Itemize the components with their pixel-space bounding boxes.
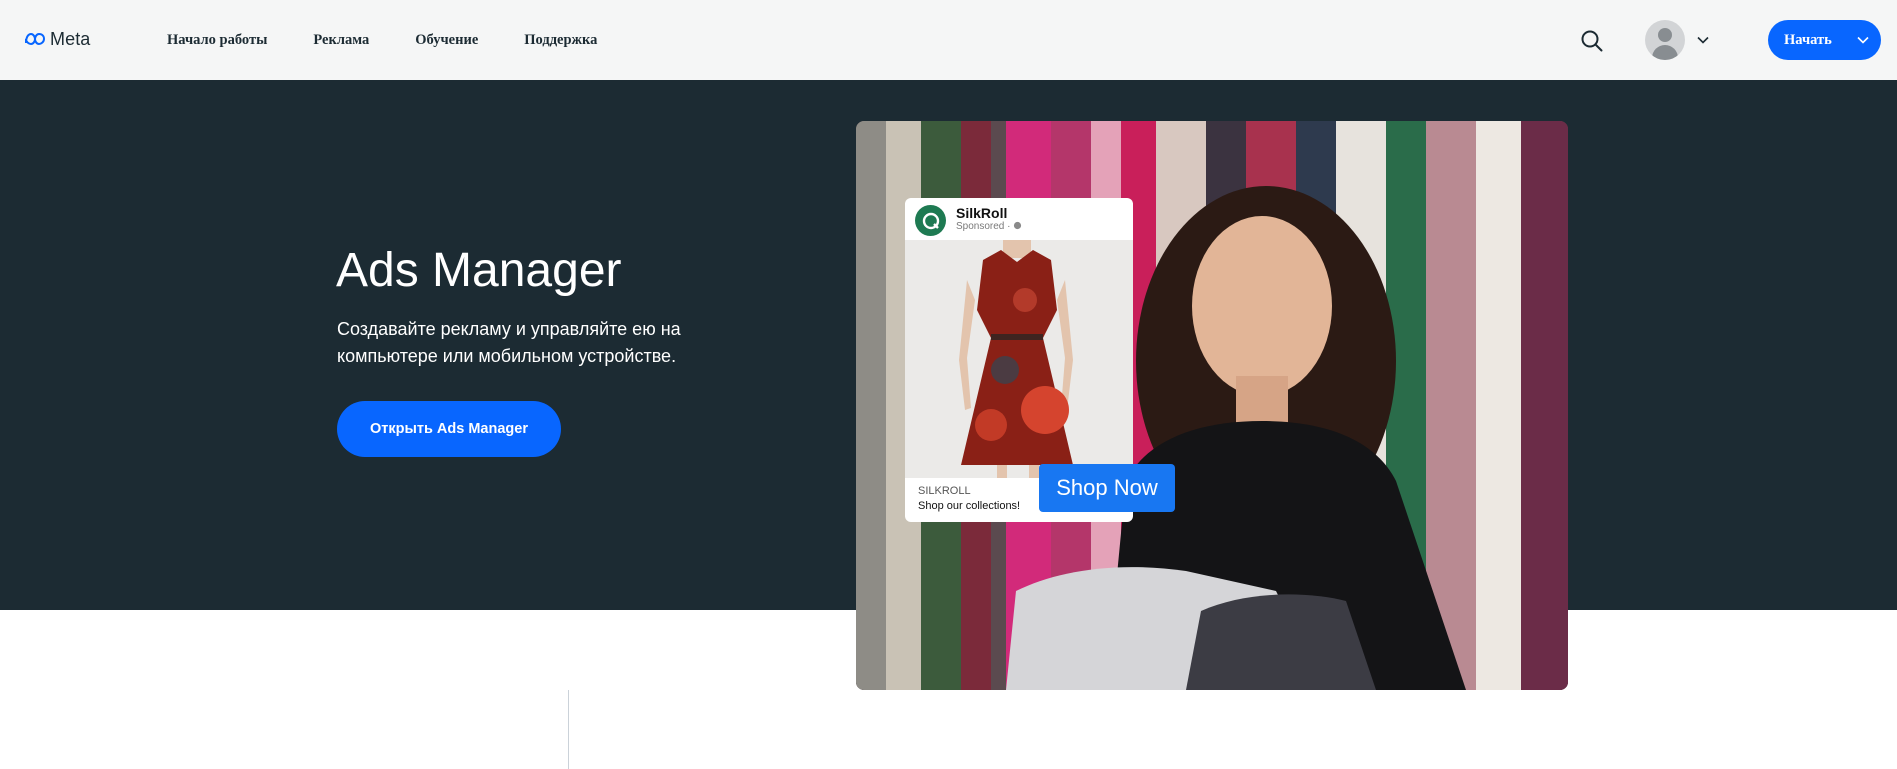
avatar-icon <box>1645 20 1685 60</box>
ad-footer-text: Shop our collections! <box>918 500 1021 512</box>
nav-link-support[interactable]: Поддержка <box>524 32 597 49</box>
nav-link-getting-started[interactable]: Начало работы <box>167 32 267 49</box>
shop-now-button[interactable]: Shop Now <box>1039 464 1175 512</box>
ad-footer-brand: SILKROLL <box>918 485 971 497</box>
hero-description: Создавайте рекламу и управляйте ею на ко… <box>337 319 681 366</box>
ad-sponsored-label: Sponsored · <box>956 221 1022 232</box>
ad-header: SilkRoll Sponsored · <box>905 198 1133 240</box>
start-button[interactable]: Начать <box>1768 20 1881 60</box>
page-title: Ads Manager <box>336 244 622 297</box>
meta-logo[interactable]: Meta <box>24 28 90 50</box>
chevron-down-icon <box>1697 36 1709 44</box>
search-icon <box>1581 30 1603 52</box>
main-menu: Начало работы Реклама Обучение Поддержка <box>167 0 597 80</box>
globe-icon <box>1014 221 1022 230</box>
chevron-down-icon <box>1857 36 1869 44</box>
dress-image <box>905 240 1133 478</box>
section-divider <box>568 690 569 769</box>
search-button[interactable] <box>1580 29 1604 53</box>
nav-link-ads[interactable]: Реклама <box>313 32 369 49</box>
ad-product-image <box>905 240 1133 478</box>
nav-link-learning[interactable]: Обучение <box>415 32 478 49</box>
meta-logo-text: Meta <box>50 28 91 49</box>
sponsored-text: Sponsored · <box>956 221 1011 232</box>
start-button-label: Начать <box>1784 31 1832 48</box>
meta-logo-icon <box>25 32 46 46</box>
top-navigation: Meta Начало работы Реклама Обучение Подд… <box>0 0 1897 80</box>
account-menu[interactable] <box>1645 20 1709 60</box>
open-ads-manager-button[interactable]: Открыть Ads Manager <box>337 401 561 457</box>
brand-logo-icon <box>922 212 939 229</box>
ad-brand-name: SilkRoll <box>956 205 1008 221</box>
brand-logo <box>915 205 946 236</box>
